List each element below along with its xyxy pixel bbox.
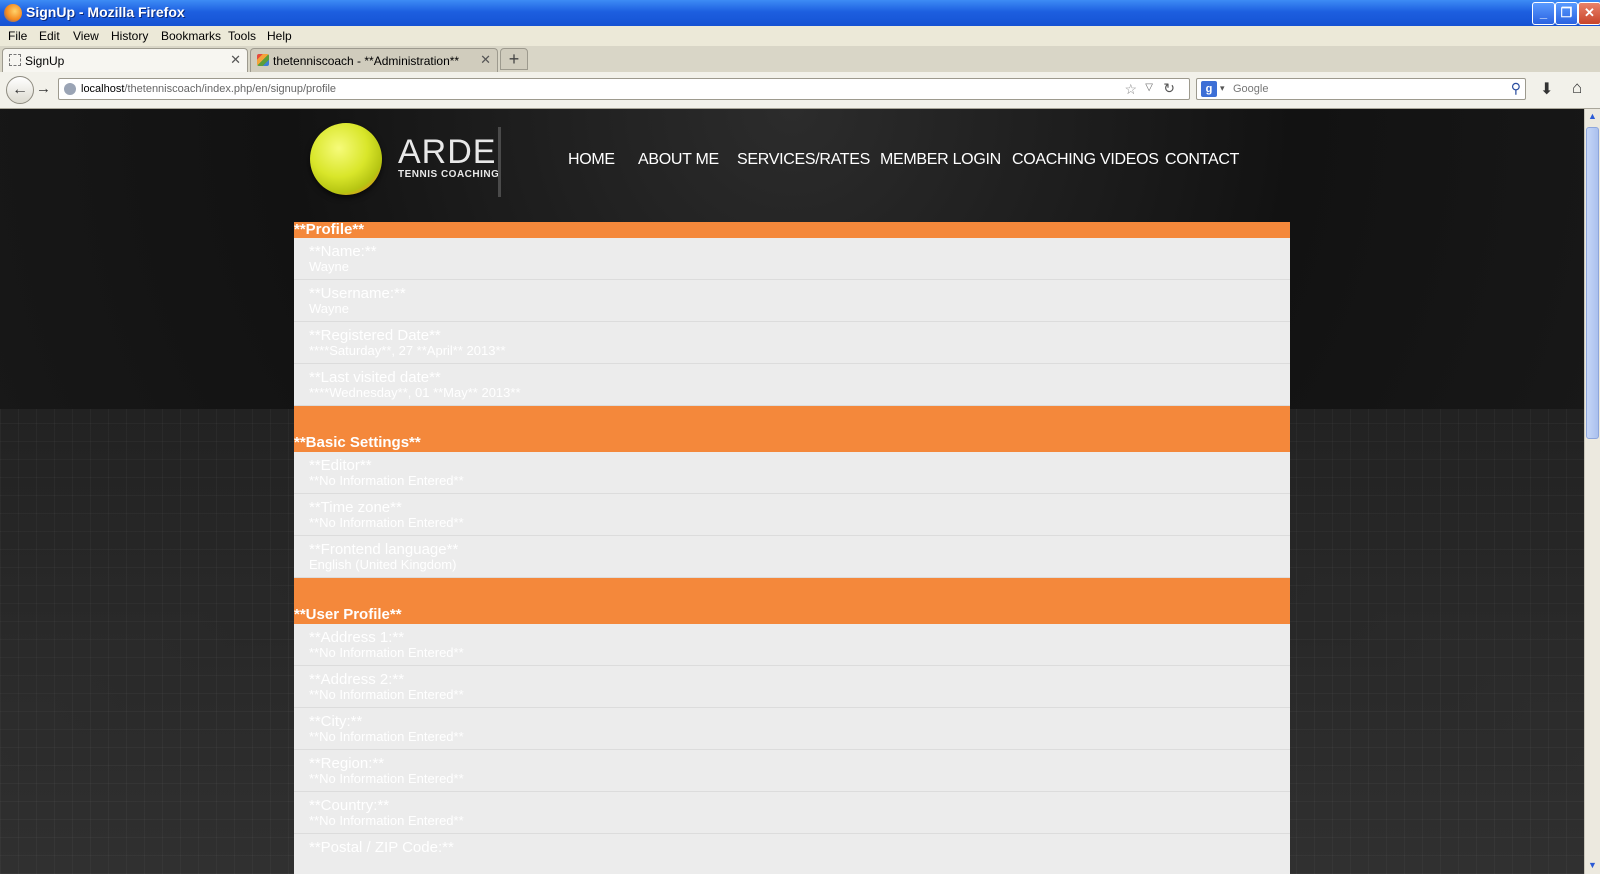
field-address-2: **Address 2:** **No Information Entered*…: [294, 666, 1290, 708]
field-value: **No Information Entered**: [309, 645, 464, 660]
field-username: **Username:** Wayne: [294, 280, 1290, 322]
tab-bar: SignUp ✕ thetenniscoach - **Administrati…: [0, 46, 1600, 73]
field-postal-code: **Postal / ZIP Code:**: [294, 834, 1290, 874]
field-value: **No Information Entered**: [309, 473, 464, 488]
google-icon[interactable]: g: [1201, 81, 1217, 97]
nav-member-login[interactable]: MEMBER LOGIN: [880, 151, 1001, 169]
field-label: **Postal / ZIP Code:**: [309, 839, 454, 856]
field-value: **No Information Entered**: [309, 687, 464, 702]
close-window-button[interactable]: ✕: [1578, 2, 1600, 25]
nav-coaching-videos[interactable]: COACHING VIDEOS: [1012, 151, 1159, 169]
field-registered-date: **Registered Date** ****Saturday**, 27 *…: [294, 322, 1290, 364]
window-title: SignUp - Mozilla Firefox: [26, 4, 185, 20]
field-label: **Frontend language**: [309, 541, 459, 558]
section-title: **Basic Settings**: [294, 434, 421, 451]
back-button[interactable]: ←: [6, 76, 34, 104]
field-city: **City:** **No Information Entered**: [294, 708, 1290, 750]
url-host: localhost: [81, 83, 125, 95]
menu-history[interactable]: History: [111, 29, 148, 43]
nav-contact[interactable]: CONTACT: [1165, 151, 1239, 169]
url-path: /thetenniscoach/index.php/en/signup/prof…: [124, 83, 337, 95]
menu-bookmarks[interactable]: Bookmarks: [161, 29, 221, 43]
section-header-user-profile: **User Profile**: [294, 578, 1290, 624]
search-icon[interactable]: ⚲: [1511, 80, 1521, 97]
tab-signup[interactable]: SignUp ✕: [2, 48, 248, 72]
field-label: **Username:**: [309, 285, 406, 302]
download-icon[interactable]: ⬇: [1540, 79, 1553, 99]
tab-label: SignUp: [25, 54, 65, 68]
field-time-zone: **Time zone** **No Information Entered**: [294, 494, 1290, 536]
navigation-toolbar: ← → localhost/thetenniscoach/index.php/e…: [0, 72, 1600, 109]
field-value: **No Information Entered**: [309, 771, 464, 786]
field-value: ****Saturday**, 27 **April** 2013**: [309, 343, 506, 358]
menu-help[interactable]: Help: [267, 29, 292, 43]
menu-view[interactable]: View: [73, 29, 99, 43]
section-header-basic-settings: **Basic Settings**: [294, 406, 1290, 452]
menu-file[interactable]: File: [8, 29, 27, 43]
nav-about-me[interactable]: ABOUT ME: [638, 151, 719, 169]
maximize-button[interactable]: ❐: [1555, 2, 1578, 25]
field-value: Wayne: [309, 301, 349, 316]
engine-dropdown-icon[interactable]: ▾: [1220, 83, 1225, 94]
menu-bar: File Edit View History Bookmarks Tools H…: [0, 26, 1600, 46]
field-label: **Address 1:**: [309, 629, 405, 646]
field-label: **Country:**: [309, 797, 390, 814]
minimize-button[interactable]: _: [1532, 2, 1555, 25]
section-title: **User Profile**: [294, 606, 402, 623]
field-region: **Region:** **No Information Entered**: [294, 750, 1290, 792]
search-placeholder: Google: [1233, 83, 1269, 95]
profile-panel: **Profile** **Name:** Wayne **Username:*…: [294, 222, 1290, 874]
field-value: ****Wednesday**, 01 **May** 2013**: [309, 385, 521, 400]
scrollbar-thumb[interactable]: [1586, 127, 1599, 439]
firefox-icon: [4, 4, 22, 22]
scroll-up-icon[interactable]: ▲: [1587, 111, 1598, 123]
field-address-1: **Address 1:** **No Information Entered*…: [294, 624, 1290, 666]
globe-icon: [64, 83, 76, 95]
url-text[interactable]: localhost/thetenniscoach/index.php/en/si…: [81, 83, 336, 95]
field-label: **Address 2:**: [309, 671, 405, 688]
field-last-visited-date: **Last visited date** ****Wednesday**, 0…: [294, 364, 1290, 406]
field-value: **No Information Entered**: [309, 813, 464, 828]
bookmark-star-icon[interactable]: ☆: [1124, 81, 1137, 98]
search-box[interactable]: g ▾ Google ⚲: [1196, 78, 1526, 100]
joomla-icon: [257, 54, 269, 66]
new-tab-button[interactable]: +: [500, 48, 528, 70]
nav-home[interactable]: HOME: [568, 151, 615, 169]
reload-icon[interactable]: ↻: [1163, 80, 1175, 97]
nav-services-rates[interactable]: SERVICES/RATES: [737, 151, 870, 169]
field-name: **Name:** Wayne: [294, 238, 1290, 280]
close-tab-icon[interactable]: ✕: [480, 52, 491, 68]
field-value: Wayne: [309, 259, 349, 274]
close-tab-icon[interactable]: ✕: [230, 52, 241, 68]
section-header-profile: **Profile**: [294, 222, 1290, 238]
field-value: **No Information Entered**: [309, 515, 464, 530]
main-navigation: HOME ABOUT ME SERVICES/RATES MEMBER LOGI…: [0, 151, 1584, 175]
field-editor: **Editor** **No Information Entered**: [294, 452, 1290, 494]
window-titlebar: SignUp - Mozilla Firefox _ ❐ ✕: [0, 0, 1600, 26]
home-icon[interactable]: ⌂: [1572, 78, 1582, 98]
address-bar[interactable]: localhost/thetenniscoach/index.php/en/si…: [58, 78, 1190, 100]
field-label: **Editor**: [309, 457, 372, 474]
field-label: **Time zone**: [309, 499, 402, 516]
field-value: **No Information Entered**: [309, 729, 464, 744]
field-country: **Country:** **No Information Entered**: [294, 792, 1290, 834]
tab-label: thetenniscoach - **Administration**: [273, 54, 460, 68]
history-dropdown-icon[interactable]: ▽: [1145, 82, 1153, 93]
field-label: **Last visited date**: [309, 369, 441, 386]
forward-button[interactable]: →: [36, 80, 51, 97]
field-label: **City:**: [309, 713, 363, 730]
field-label: **Name:**: [309, 243, 377, 260]
blank-page-icon: [9, 54, 21, 66]
field-value: English (United Kingdom): [309, 557, 457, 572]
field-frontend-language: **Frontend language** English (United Ki…: [294, 536, 1290, 578]
field-label: **Registered Date**: [309, 327, 441, 344]
scroll-down-icon[interactable]: ▼: [1587, 860, 1598, 872]
field-label: **Region:**: [309, 755, 385, 772]
page-viewport: ARDE TENNIS COACHING HOME ABOUT ME SERVI…: [0, 109, 1584, 874]
vertical-scrollbar[interactable]: ▲ ▼: [1584, 109, 1600, 874]
menu-edit[interactable]: Edit: [39, 29, 60, 43]
menu-tools[interactable]: Tools: [228, 29, 256, 43]
tab-administration[interactable]: thetenniscoach - **Administration** ✕: [250, 48, 498, 72]
